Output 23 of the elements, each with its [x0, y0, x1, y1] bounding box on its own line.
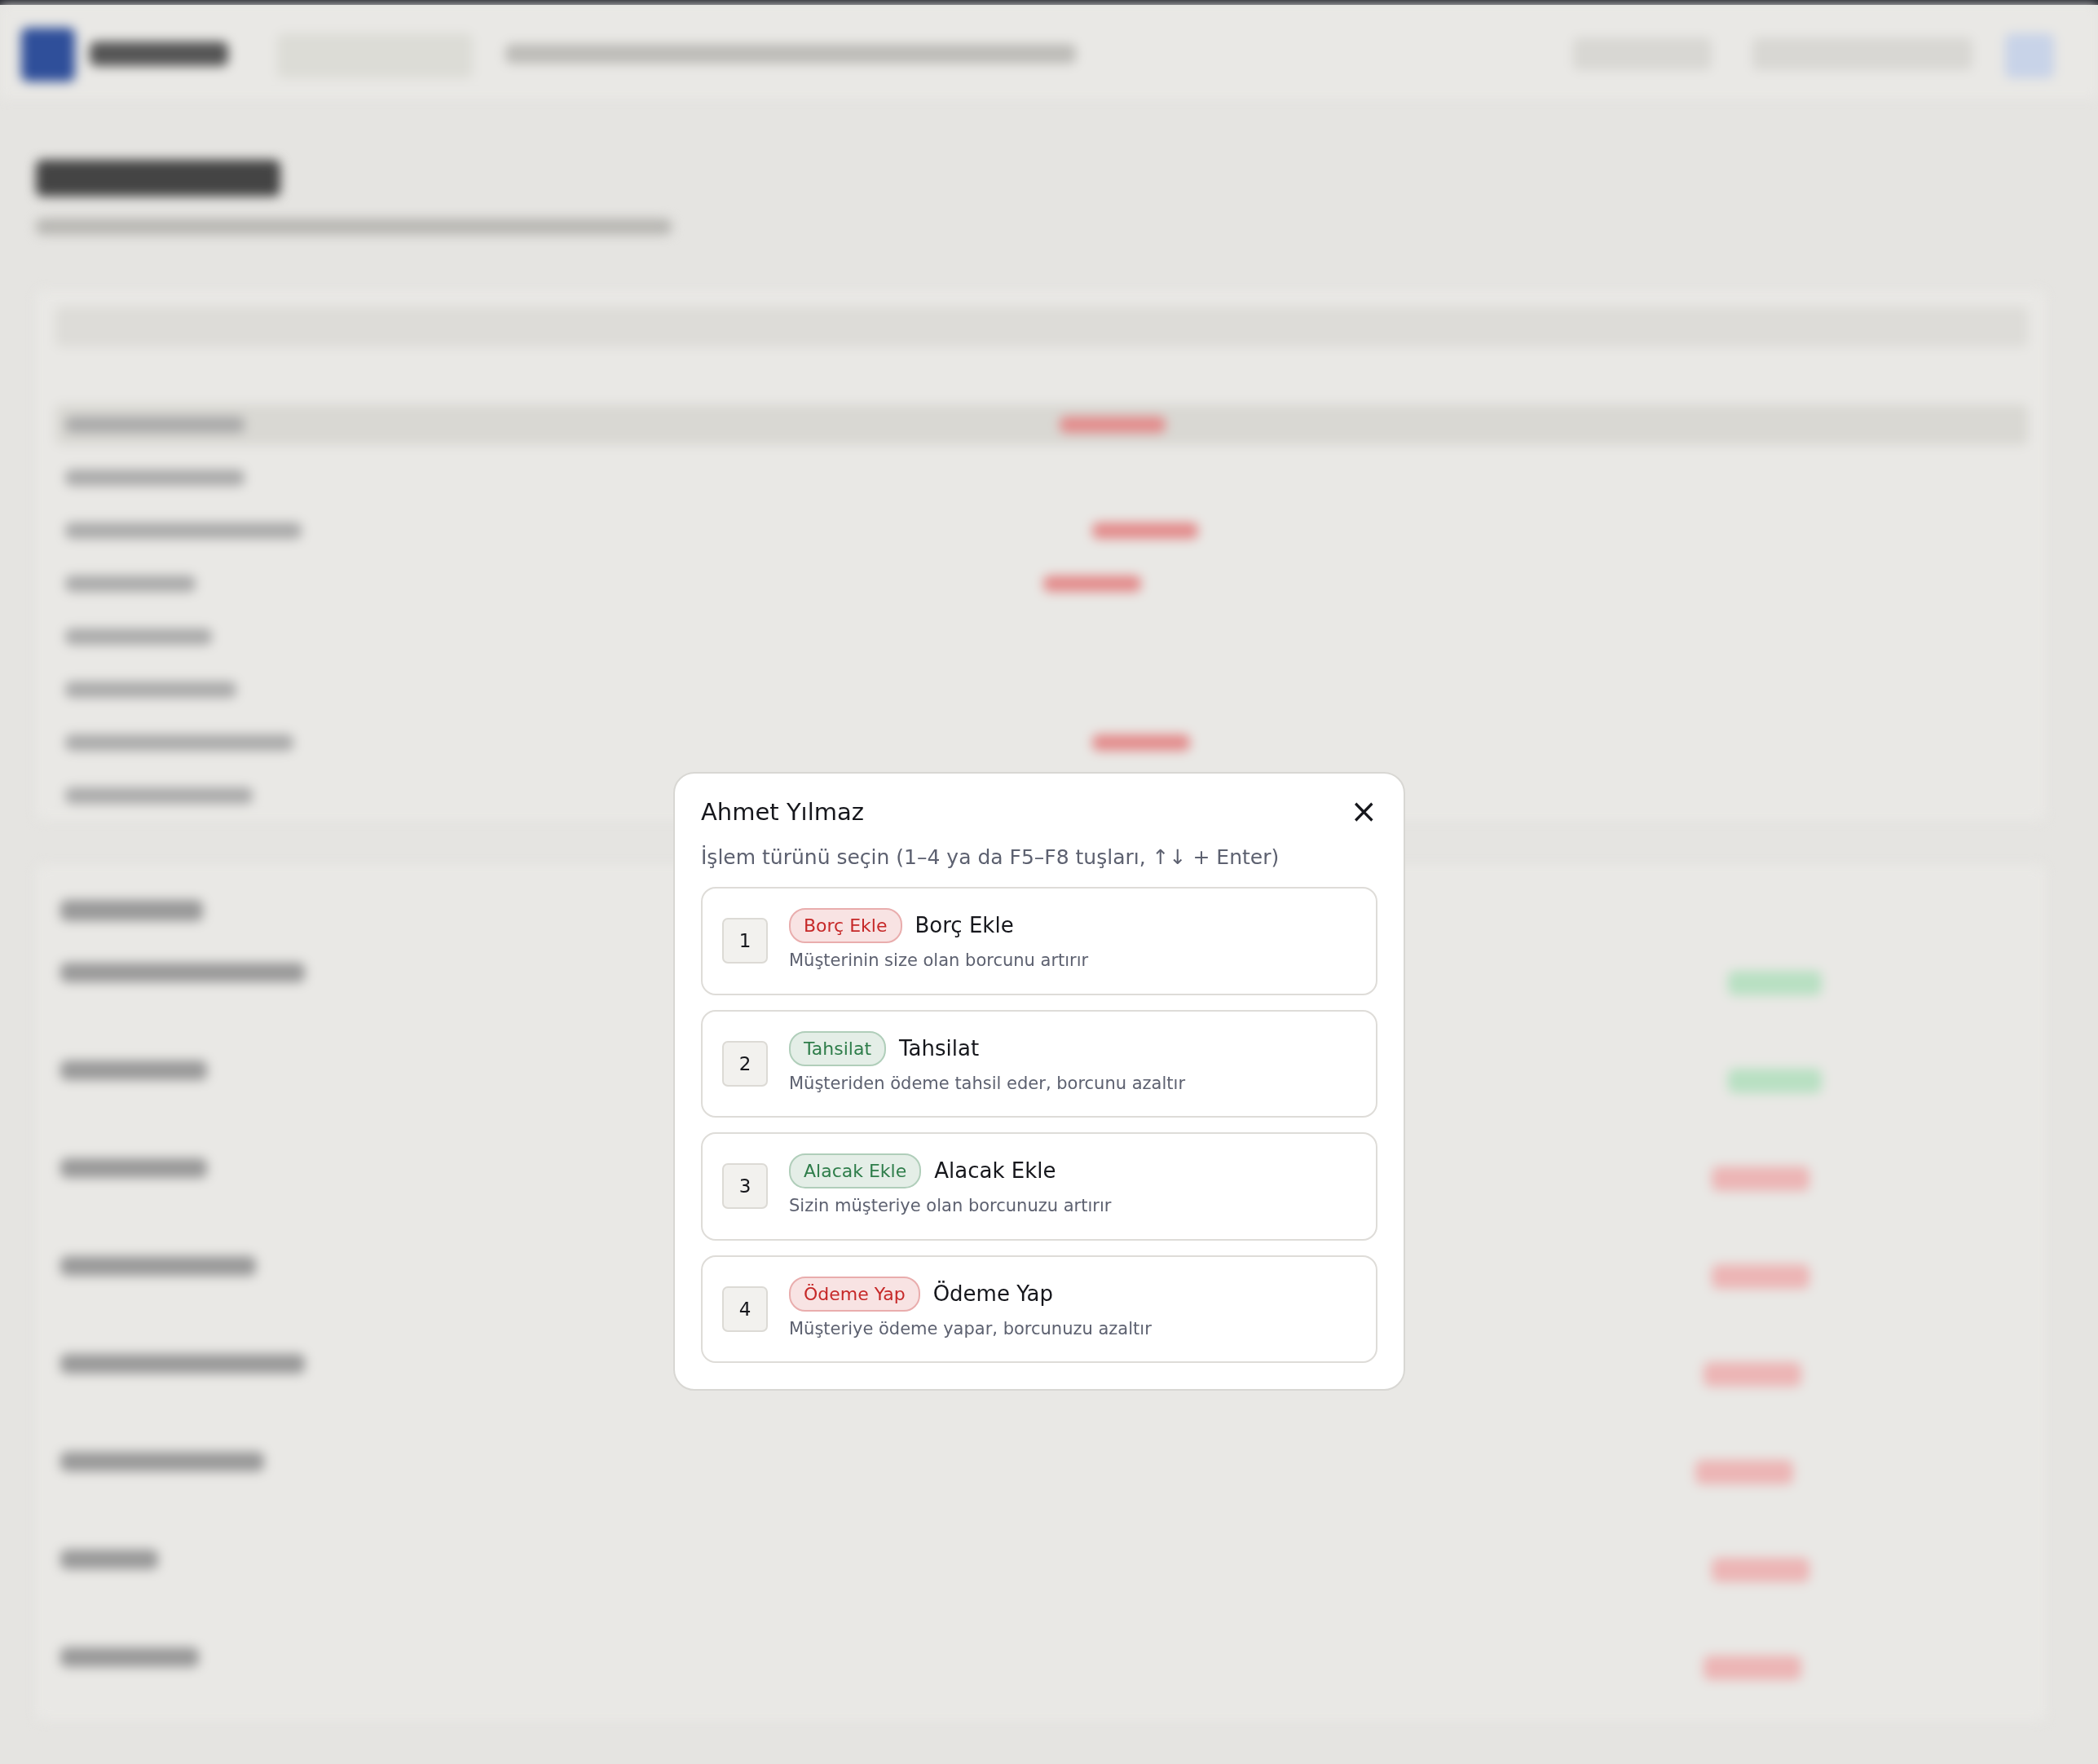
option-description: Müşteriye ödeme yapar, borcunuzu azaltır — [789, 1317, 1152, 1340]
option-title: Borç Ekle — [915, 912, 1014, 939]
type-tag: Alacak Ekle — [789, 1153, 922, 1188]
option-card[interactable]: 4 Ödeme Yap Ödeme Yap Müşteriye ödeme yapar, borcunuzu azaltır — [701, 1255, 1377, 1363]
option-description: Müşterinin size olan borcunu artırır — [789, 950, 1089, 972]
shortcut-key: 4 — [722, 1286, 768, 1332]
option-title: Alacak Ekle — [934, 1158, 1056, 1184]
dialog-subtitle: İşlem türünü seçin (1–4 ya da F5–F8 tuşları, ↑↓ + Enter) — [701, 844, 1280, 871]
option-description: Müşteriden ödeme tahsil eder, borcunu azaltır — [789, 1072, 1186, 1095]
shortcut-key: 1 — [722, 918, 768, 964]
shortcut-key: 3 — [722, 1163, 768, 1210]
option-card[interactable]: 3 Alacak Ekle Alacak Ekle Sizin müşteriye olan borcunuzu artırır — [701, 1132, 1377, 1241]
option-title: Ödeme Yap — [932, 1280, 1053, 1308]
option-title: Tahsilat — [899, 1034, 980, 1062]
option-card[interactable]: 1 Borç Ekle Borç Ekle Müşterinin size olan borcunu artırır — [701, 887, 1377, 995]
type-tag: Tahsilat — [789, 1030, 886, 1066]
shortcut-key: 2 — [722, 1040, 768, 1087]
option-description: Sizin müşteriye olan borcunuzu artırır — [789, 1195, 1112, 1217]
close-button[interactable]: × — [1345, 795, 1382, 827]
option-card[interactable]: 2 Tahsilat Tahsilat Müşteriden ödeme tahsil eder, borcunu azaltır — [701, 1009, 1377, 1118]
type-tag: Ödeme Yap — [789, 1276, 920, 1312]
type-tag: Borç Ekle — [789, 908, 902, 943]
dialog-title: Ahmet Yılmaz — [701, 797, 864, 827]
